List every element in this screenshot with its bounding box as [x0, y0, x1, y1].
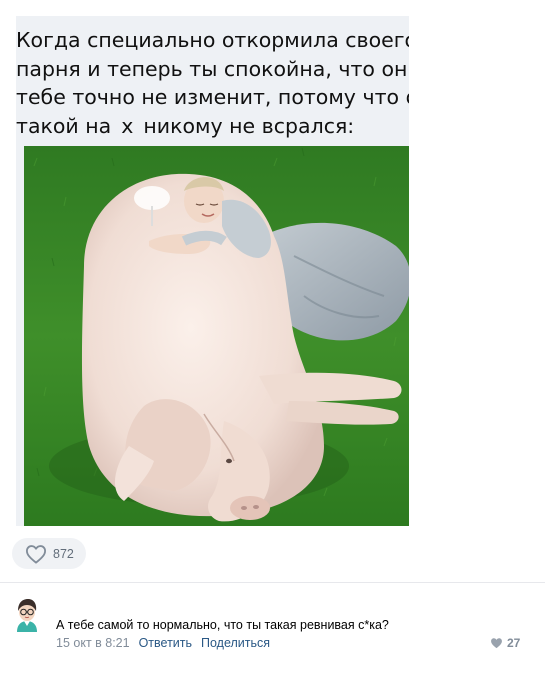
- caption-line-4-end: никому не всрался:: [143, 113, 355, 138]
- heart-filled-icon: [491, 638, 502, 649]
- caption-line-4-word: х: [121, 113, 134, 138]
- post-like-button[interactable]: 872: [12, 538, 86, 569]
- caption-line-2: парня и теперь ты спокойна, что он: [16, 56, 408, 81]
- comments-divider: [0, 582, 545, 583]
- comment-meta: 15 окт в 8:21 Ответить Поделиться: [56, 636, 270, 650]
- meme-caption: Когда специально откормила своего парня …: [16, 26, 409, 140]
- comment-like-count: 27: [507, 636, 521, 650]
- caption-line-4-start: такой на: [16, 113, 112, 138]
- woman-hugging-pig-photo: [24, 146, 409, 526]
- comment-date[interactable]: 15 окт в 8:21: [56, 636, 130, 650]
- comment-text: А тебе самой то нормально, что ты такая …: [56, 618, 389, 632]
- heart-outline-icon: [25, 544, 46, 564]
- cartoon-avatar-icon[interactable]: [14, 598, 40, 632]
- reply-link[interactable]: Ответить: [139, 636, 192, 650]
- caption-line-3: тебе точно не изменит, потому что он: [16, 85, 409, 109]
- share-link[interactable]: Поделиться: [201, 636, 270, 650]
- caption-line-1: Когда специально откормила своего: [16, 28, 409, 52]
- post-image[interactable]: Когда специально откормила своего парня …: [16, 16, 409, 526]
- comment-like-button[interactable]: 27: [490, 636, 520, 650]
- post-like-count: 872: [53, 546, 74, 561]
- caption-line-4: такой на х никому не всрался:: [16, 112, 409, 141]
